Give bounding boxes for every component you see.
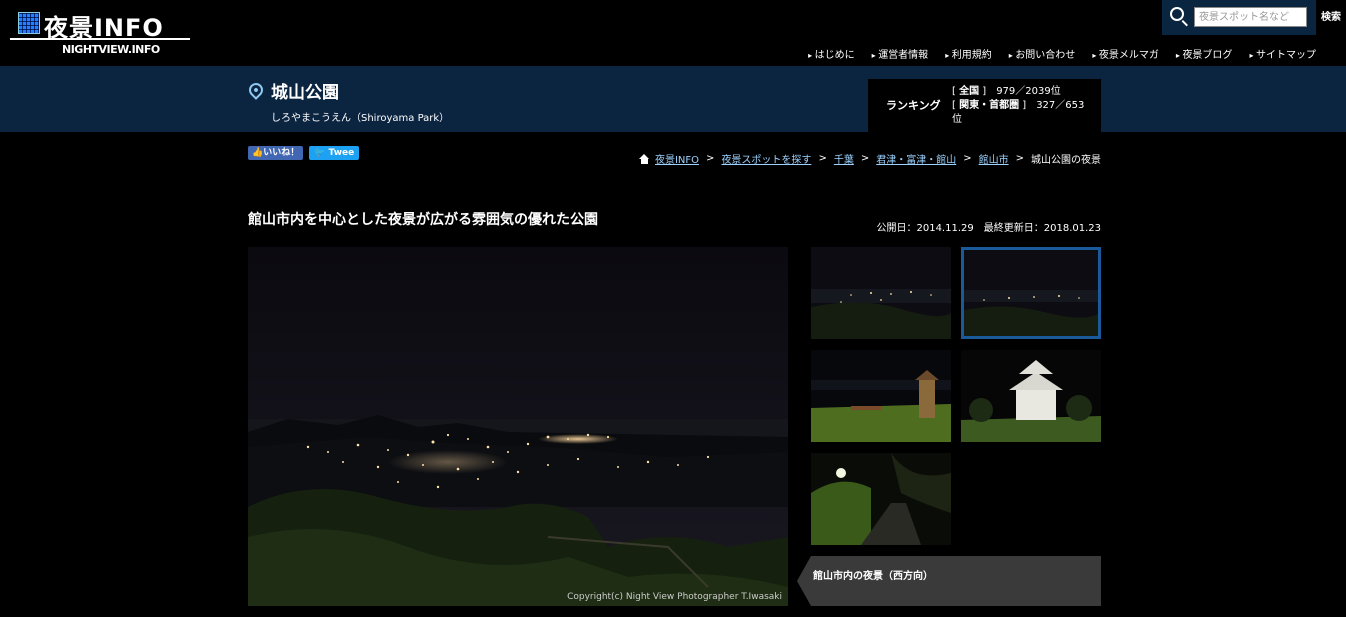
nav-terms[interactable]: 利用規約: [945, 46, 992, 61]
nav-blog[interactable]: 夜景ブログ: [1176, 46, 1232, 61]
logo-underline: [10, 38, 190, 40]
social-buttons: 👍いいね！ 🐦 Twee: [248, 146, 360, 160]
thumbnail-1[interactable]: [811, 247, 951, 339]
thumbnail-4-image: [961, 350, 1101, 442]
facebook-like-button[interactable]: 👍いいね！: [248, 146, 304, 160]
article-headline: 館山市内を中心とした夜景が広がる雰囲気の優れた公園: [248, 212, 598, 228]
rank-national-tag: 全国: [959, 86, 980, 97]
search-icon: [1170, 7, 1184, 21]
nav-sitemap[interactable]: サイトマップ: [1249, 46, 1316, 61]
breadcrumb-search[interactable]: 夜景スポットを探す: [721, 151, 811, 166]
home-icon: [638, 153, 650, 164]
breadcrumb-current: 城山公園の夜景: [1031, 155, 1101, 166]
search-input[interactable]: [1194, 7, 1307, 27]
breadcrumb-chiba[interactable]: 千葉: [834, 151, 854, 166]
search-box: [1162, 0, 1316, 35]
photo-credit: Copyright(c) Night View Photographer T.I…: [567, 592, 782, 602]
tweet-button[interactable]: 🐦 Twee: [309, 146, 360, 160]
breadcrumb-city[interactable]: 館山市: [979, 151, 1009, 166]
logo-grid-icon: [18, 12, 40, 34]
ranking-values: [ 全国 ] 979／2039位 [ 関東・首都圏 ] 327／653位: [952, 86, 1085, 125]
thumbnail-5[interactable]: [811, 453, 951, 545]
photo-caption: 館山市内の夜景（西方向）: [797, 556, 1101, 606]
nav-intro[interactable]: はじめに: [808, 46, 855, 61]
spot-reading: しろやまこうえん（Shiroyama Park）: [271, 113, 450, 124]
site-logo[interactable]: 夜景INFO NIGHTVIEW.INFO: [10, 8, 192, 60]
thumbnail-2-selected[interactable]: [961, 247, 1101, 339]
ranking-box: ランキング [ 全国 ] 979／2039位 [ 関東・首都圏 ] 327／65…: [868, 79, 1101, 133]
top-nav: はじめに 運営者情報 利用規約 お問い合わせ 夜景メルマガ 夜景ブログ サイトマ…: [791, 46, 1316, 61]
nav-newsletter[interactable]: 夜景メルマガ: [1092, 46, 1159, 61]
main-photo-image: [248, 247, 788, 606]
title-band: [0, 66, 1346, 132]
thumbnail-5-image: [811, 453, 951, 545]
rank-national-value: 979／2039位: [996, 86, 1061, 97]
breadcrumb-home[interactable]: 夜景INFO: [655, 151, 699, 166]
nav-contact[interactable]: お問い合わせ: [1009, 46, 1075, 61]
main-photo[interactable]: Copyright(c) Night View Photographer T.I…: [248, 247, 788, 606]
caption-text: 館山市内の夜景（西方向）: [813, 571, 933, 582]
top-header: 夜景INFO NIGHTVIEW.INFO 検索 はじめに 運営者情報 利用規約…: [0, 0, 1346, 66]
breadcrumb: 夜景INFO > 夜景スポットを探す > 千葉 > 君津・富津・館山 > 館山市 > 城山…: [638, 151, 1101, 166]
search-button[interactable]: 検索: [1316, 0, 1346, 35]
spot-title: 城山公園: [271, 83, 339, 103]
thumbnail-3[interactable]: [811, 350, 951, 442]
logo-subtext: NIGHTVIEW.INFO: [62, 43, 160, 56]
ranking-label: ランキング: [886, 99, 941, 112]
article-dates: 公開日：2014.11.29 最終更新日：2018.01.23: [876, 223, 1101, 234]
breadcrumb-area[interactable]: 君津・富津・館山: [876, 151, 956, 166]
nav-operator[interactable]: 運営者情報: [872, 46, 928, 61]
thumbnail-1-image: [811, 247, 951, 339]
thumbnail-2-image: [964, 250, 1098, 336]
thumbnail-3-image: [811, 350, 951, 442]
rank-region-tag: 関東・首都圏: [959, 100, 1020, 111]
thumbnail-4[interactable]: [961, 350, 1101, 442]
